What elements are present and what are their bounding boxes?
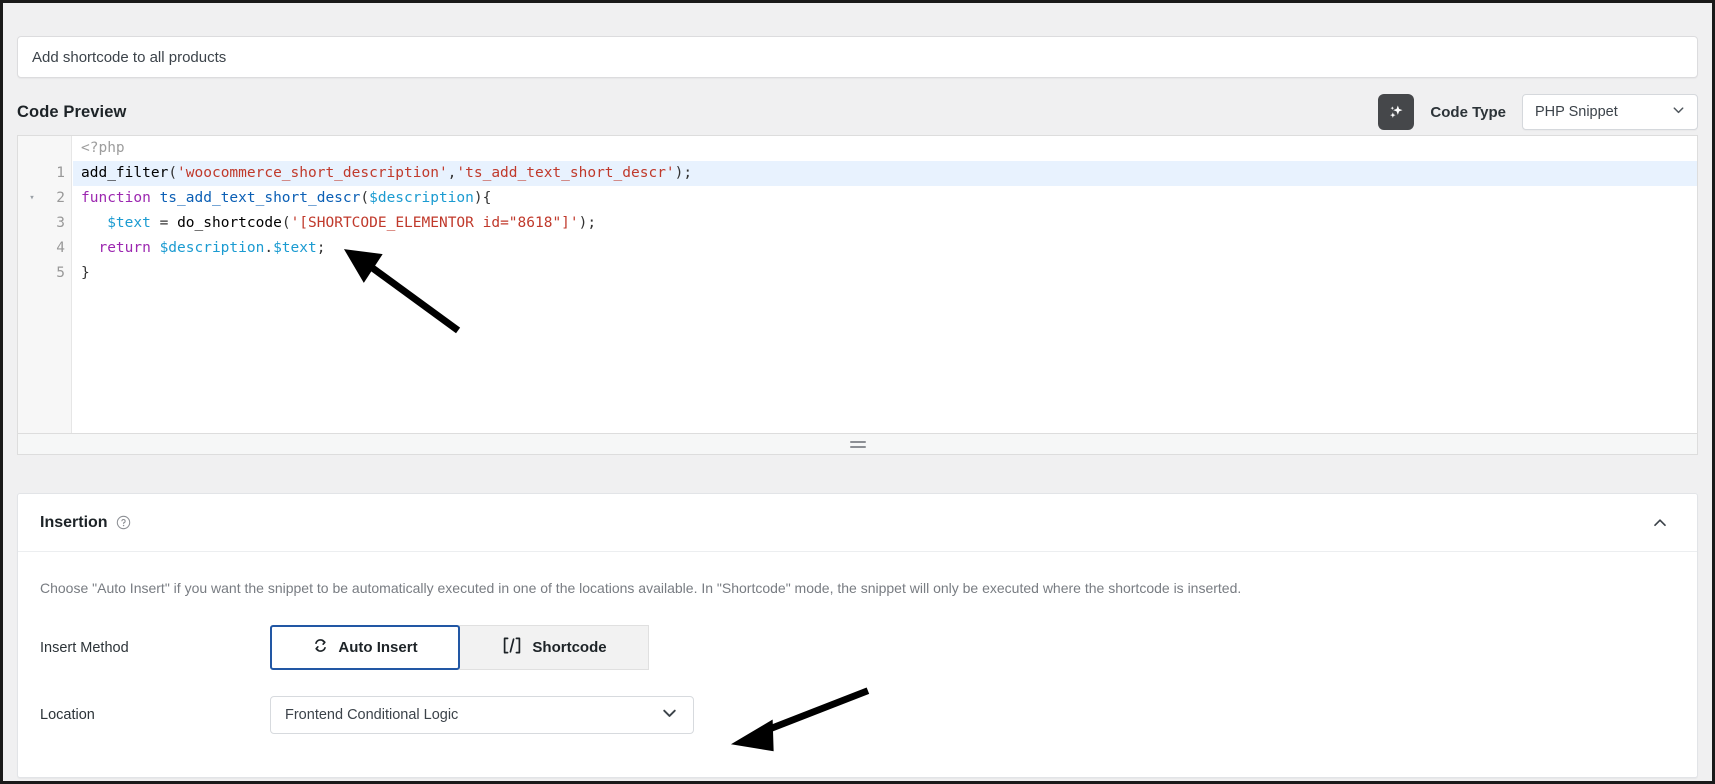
sparkles-icon <box>1390 105 1403 118</box>
code-line-number: 2 <box>56 190 65 206</box>
code-token: $description <box>159 240 265 256</box>
location-row: Location Frontend Conditional Logic <box>18 696 1697 734</box>
code-type-select[interactable]: PHP Snippet <box>1522 94 1698 130</box>
code-token: } <box>81 265 90 281</box>
bracket-slash-icon <box>501 636 523 659</box>
code-token: '[SHORTCODE_ELEMENTOR id="8618"]' <box>290 215 579 231</box>
location-select[interactable]: Frontend Conditional Logic <box>270 696 694 734</box>
code-token: return <box>98 240 160 256</box>
auto-insert-label: Auto Insert <box>338 639 418 656</box>
code-token: ; <box>316 240 326 256</box>
shortcode-button[interactable]: Shortcode <box>459 625 649 670</box>
code-token: $text <box>107 215 151 231</box>
snippet-title-input[interactable] <box>17 36 1698 78</box>
insert-method-label: Insert Method <box>40 639 129 656</box>
code-token: do_shortcode <box>177 215 282 231</box>
code-line[interactable]: return $description.$text; <box>73 236 1697 261</box>
insert-method-row: Insert Method Auto Insert Shortcode <box>18 625 1697 670</box>
code-token: $text <box>273 240 317 256</box>
code-token: add_filter <box>81 165 169 181</box>
code-type-label: Code Type <box>1430 103 1506 121</box>
insertion-description: Choose "Auto Insert" if you want the sni… <box>40 580 1242 596</box>
code-token: ){ <box>473 190 492 206</box>
code-line-number: 4 <box>56 240 65 256</box>
code-token: ( <box>168 165 178 181</box>
editor-resize-handle[interactable] <box>17 433 1698 455</box>
chevron-up-icon <box>1654 518 1666 526</box>
code-fold-marker <box>18 261 46 286</box>
code-fold-gutter[interactable]: ▾ <box>18 136 46 433</box>
code-token: 'ts_add_text_short_descr' <box>456 165 675 181</box>
code-token: ); <box>578 215 597 231</box>
chevron-down-icon <box>1671 103 1686 122</box>
code-line[interactable]: add_filter('woocommerce_short_descriptio… <box>73 161 1697 186</box>
auto-insert-button[interactable]: Auto Insert <box>270 625 460 670</box>
code-line[interactable]: } <box>73 261 1697 286</box>
insertion-card-header: Insertion <box>18 494 1697 552</box>
code-preview-title: Code Preview <box>17 102 127 121</box>
insertion-title: Insertion <box>40 513 108 531</box>
shortcode-label: Shortcode <box>532 639 607 656</box>
code-token: = <box>150 215 178 231</box>
code-token: ( <box>360 190 370 206</box>
chevron-down-icon <box>660 704 679 727</box>
question-circle-icon[interactable] <box>116 515 131 530</box>
code-fold-marker <box>18 211 46 236</box>
code-preview-header: Code Preview Code Type PHP Snippet <box>17 89 1698 135</box>
code-line-number: 3 <box>56 215 65 231</box>
location-label: Location <box>40 707 95 723</box>
code-line[interactable]: function ts_add_text_short_descr($descri… <box>73 186 1697 211</box>
code-editor[interactable]: ▾ 12345 <?php add_filter('woocommerce_sh… <box>17 135 1698 433</box>
code-token: $description <box>369 190 474 206</box>
code-token: ); <box>674 165 693 181</box>
app-window: Code Preview Code Type PHP Snippet <box>0 0 1715 784</box>
php-open-tag: <?php <box>81 140 125 156</box>
code-text-area[interactable]: <?php add_filter('woocommerce_short_desc… <box>73 136 1697 433</box>
location-value: Frontend Conditional Logic <box>285 707 459 723</box>
ai-generate-button[interactable] <box>1378 94 1415 130</box>
code-preview-toolbar: Code Type PHP Snippet <box>1378 94 1698 130</box>
insert-method-button-group: Auto Insert Shortcode <box>270 625 649 670</box>
code-token: 'woocommerce_short_description' <box>177 165 448 181</box>
grip-lines-icon <box>849 440 866 448</box>
snippet-title-row <box>17 36 1698 78</box>
code-fold-marker <box>18 236 46 261</box>
insertion-card: Insertion Choose "Auto Insert" if you wa… <box>17 493 1698 778</box>
code-line-number-gutter: 1 2 3 4 5 <box>46 136 72 433</box>
insertion-collapse-toggle[interactable] <box>1645 508 1675 538</box>
code-token: function <box>81 190 160 206</box>
code-token: ( <box>281 215 291 231</box>
code-token: ts_add_text_short_descr <box>159 190 361 206</box>
code-fold-marker <box>18 161 46 186</box>
code-fold-marker[interactable]: ▾ <box>18 186 46 211</box>
code-line-number: 5 <box>56 265 65 281</box>
code-token: . <box>264 240 274 256</box>
code-type-value: PHP Snippet <box>1535 104 1618 120</box>
code-line-number: 1 <box>56 165 65 181</box>
code-line[interactable]: $text = do_shortcode('[SHORTCODE_ELEMENT… <box>73 211 1697 236</box>
refresh-cycle-icon <box>312 637 329 658</box>
